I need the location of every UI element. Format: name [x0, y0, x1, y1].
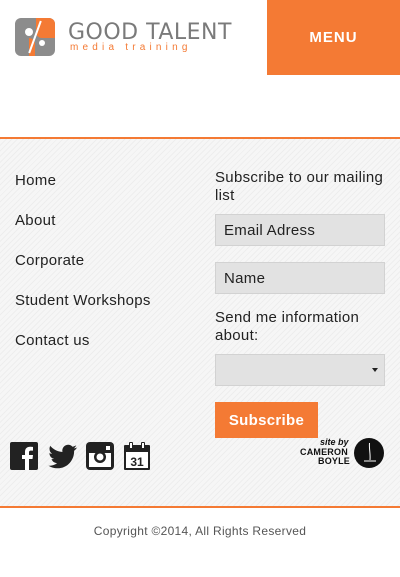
site-header: GOOD TALENT media training MENU	[0, 0, 400, 75]
site-credit[interactable]: site by CAMERON BOYLE	[298, 437, 388, 469]
brand-subtitle: media training	[70, 42, 192, 53]
footer-bottom-divider	[0, 506, 400, 508]
instagram-icon[interactable]	[86, 442, 114, 470]
cameron-boyle-logo-icon	[354, 438, 384, 468]
name-input[interactable]	[215, 262, 385, 294]
nav-item-student-workshops: Student Workshops	[15, 292, 151, 332]
nav-item-about: About	[15, 212, 151, 252]
facebook-icon[interactable]	[10, 442, 38, 470]
dropdown-arrow-icon	[372, 368, 378, 372]
nav-link-corporate[interactable]: Corporate	[15, 252, 84, 270]
email-input[interactable]	[215, 214, 385, 246]
nav-link-home[interactable]: Home	[15, 172, 56, 190]
send-info-label: Send me information about:	[215, 309, 360, 344]
site-by-label: site by	[320, 437, 349, 447]
subscribe-button[interactable]: Subscribe	[215, 402, 318, 438]
nav-item-corporate: Corporate	[15, 252, 151, 292]
credit-name-last: BOYLE	[318, 456, 351, 466]
calendar-icon[interactable]: 31	[124, 442, 152, 470]
social-links: 31	[10, 442, 152, 470]
nav-item-contact-us: Contact us	[15, 332, 151, 372]
calendar-day: 31	[130, 455, 144, 469]
nav-item-home: Home	[15, 172, 151, 212]
nav-link-about[interactable]: About	[15, 212, 56, 230]
footer-nav: Home About Corporate Student Workshops C…	[15, 172, 151, 372]
copyright-text: Copyright ©2014, All Rights Reserved	[93, 524, 307, 538]
info-topic-select[interactable]	[215, 354, 385, 386]
subscribe-heading: Subscribe to our mailing list	[215, 169, 384, 204]
nav-link-student-workshops[interactable]: Student Workshops	[15, 292, 151, 310]
twitter-icon[interactable]	[48, 442, 77, 470]
good-talent-logo-icon[interactable]	[15, 18, 55, 56]
menu-button[interactable]: MENU	[267, 0, 400, 75]
nav-link-contact-us[interactable]: Contact us	[15, 332, 90, 350]
